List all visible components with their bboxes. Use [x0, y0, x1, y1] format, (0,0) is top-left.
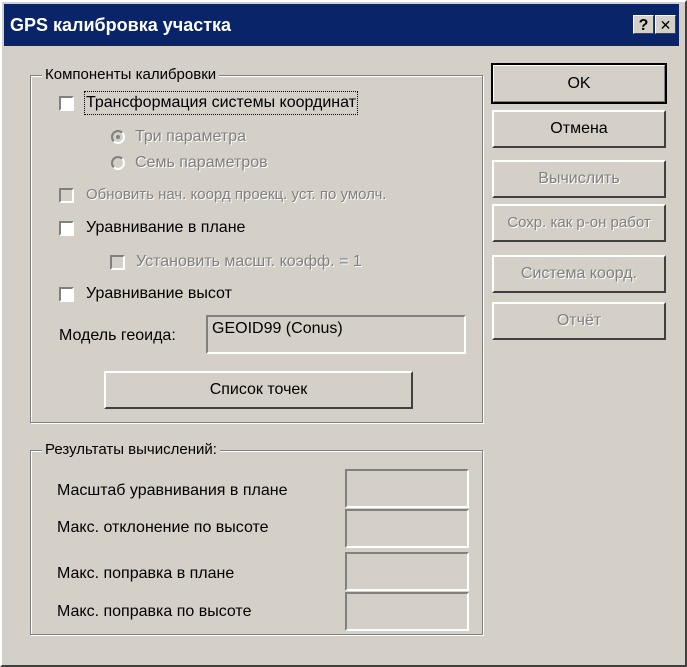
coord-system-button[interactable]: Система коорд.	[492, 255, 666, 293]
save-as-workspace-button[interactable]: Сохр. как р-он работ	[492, 204, 666, 242]
result-field-max-vertical-correction	[345, 592, 469, 631]
three-params-label: Три параметра	[135, 128, 247, 145]
result-label-max-height-deviation: Макс. отклонение по высоте	[57, 519, 269, 536]
three-params-radio[interactable]	[111, 130, 125, 144]
vertical-adjust-label[interactable]: Уравнивание высот	[86, 284, 232, 304]
point-list-button[interactable]: Список точек	[104, 371, 413, 409]
seven-params-radio[interactable]	[111, 156, 125, 170]
result-field-max-horizontal-correction	[345, 552, 469, 591]
geoid-model-value: GEOID99 (Conus)	[212, 320, 343, 337]
cancel-button-label: Отмена	[550, 120, 608, 137]
title-bar[interactable]: GPS калибровка участка	[4, 4, 679, 46]
update-origin-checkbox[interactable]	[59, 188, 74, 203]
radio-dot-icon	[116, 135, 120, 139]
result-label-horizontal-scale: Масштаб уравнивания в плане	[57, 482, 288, 499]
save-as-workspace-button-label: Сохр. как р-он работ	[507, 214, 651, 231]
horizontal-adjust-label[interactable]: Уравнивание в плане	[86, 218, 245, 238]
point-list-button-label: Список точек	[209, 381, 308, 398]
results-group-legend: Результаты вычислений:	[42, 441, 220, 459]
geoid-label: Модель геоида:	[59, 327, 176, 344]
update-origin-label: Обновить нач. коорд проекц. уст. по умол…	[86, 186, 387, 203]
calibration-group-legend: Компоненты калибровки	[42, 66, 220, 84]
result-field-max-height-deviation	[345, 509, 469, 548]
vertical-adjust-checkbox[interactable]	[59, 287, 74, 302]
result-label-max-vertical-correction: Макс. поправка по высоте	[57, 603, 252, 620]
seven-params-label: Семь параметров	[135, 154, 268, 171]
compute-button-label: Вычислить	[538, 170, 620, 187]
close-icon: ✕	[659, 17, 672, 33]
cancel-button[interactable]: Отмена	[492, 110, 666, 148]
ok-button[interactable]: OK	[491, 63, 667, 104]
report-button-label: Отчёт	[556, 312, 602, 329]
scale-factor-label: Установить масшт. коэфф. = 1	[136, 253, 362, 270]
report-button[interactable]: Отчёт	[492, 302, 666, 340]
ok-button-label: OK	[567, 75, 591, 92]
result-label-max-horizontal-correction: Макс. поправка в плане	[57, 565, 235, 582]
transform-checkbox-label[interactable]: Трансформация системы координат	[84, 91, 358, 115]
help-button[interactable]: ?	[633, 15, 654, 34]
compute-button[interactable]: Вычислить	[492, 160, 666, 198]
scale-factor-checkbox[interactable]	[110, 255, 125, 270]
coord-system-button-label: Система коорд.	[520, 265, 638, 282]
window-title: GPS калибровка участка	[10, 15, 232, 35]
geoid-model-field[interactable]: GEOID99 (Conus)	[206, 315, 466, 354]
transform-checkbox[interactable]	[59, 96, 74, 111]
close-button[interactable]: ✕	[655, 15, 676, 34]
horizontal-adjust-checkbox[interactable]	[59, 221, 74, 236]
result-field-horizontal-scale	[345, 469, 469, 508]
